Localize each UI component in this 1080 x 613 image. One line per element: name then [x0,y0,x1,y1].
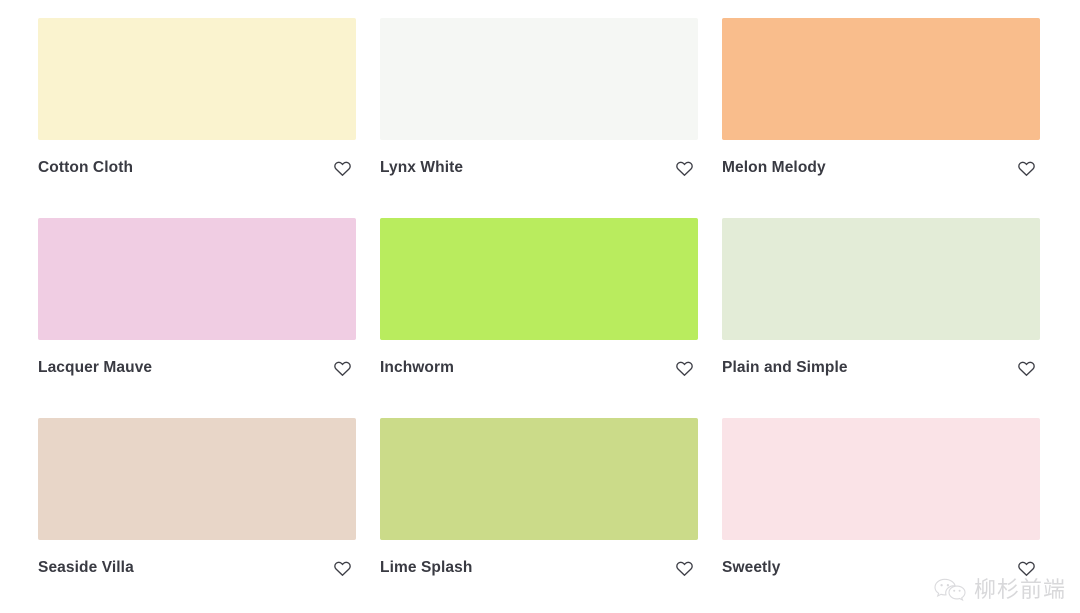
heart-outline-icon[interactable] [330,156,354,180]
colour-swatch[interactable] [380,218,698,340]
colour-swatch[interactable] [380,18,698,140]
swatch-name: Sweetly [722,559,781,577]
swatch-card[interactable]: Lacquer Mauve [38,218,356,418]
swatch-card[interactable]: Inchworm [380,218,698,418]
swatch-meta: Plain and Simple [722,340,1040,396]
heart-outline-icon[interactable] [672,356,696,380]
palette-grid: Cotton Cloth Lynx White Melon Melody Lac… [0,0,1080,613]
colour-swatch[interactable] [722,18,1040,140]
heart-outline-icon[interactable] [330,356,354,380]
swatch-meta: Inchworm [380,340,698,396]
heart-outline-icon[interactable] [672,156,696,180]
swatch-card[interactable]: Lime Splash [380,418,698,613]
swatch-name: Lynx White [380,159,464,177]
colour-swatch[interactable] [38,418,356,540]
swatch-meta: Cotton Cloth [38,140,356,196]
swatch-meta: Lacquer Mauve [38,340,356,396]
swatch-card[interactable]: Seaside Villa [38,418,356,613]
colour-swatch[interactable] [722,218,1040,340]
colour-swatch[interactable] [722,418,1040,540]
colour-swatch[interactable] [380,418,698,540]
swatch-meta: Melon Melody [722,140,1040,196]
swatch-card[interactable]: Lynx White [380,18,698,218]
swatch-name: Lacquer Mauve [38,359,153,377]
swatch-name: Lime Splash [380,559,473,577]
swatch-meta: Seaside Villa [38,540,356,596]
swatch-card[interactable]: Cotton Cloth [38,18,356,218]
heart-outline-icon[interactable] [1014,556,1038,580]
swatch-card[interactable]: Melon Melody [722,18,1040,218]
colour-swatch[interactable] [38,18,356,140]
swatch-name: Cotton Cloth [38,159,134,177]
swatch-card[interactable]: Plain and Simple [722,218,1040,418]
swatch-name: Seaside Villa [38,559,134,577]
swatch-card[interactable]: Sweetly [722,418,1040,613]
heart-outline-icon[interactable] [330,556,354,580]
swatch-name: Inchworm [380,359,455,377]
heart-outline-icon[interactable] [1014,156,1038,180]
heart-outline-icon[interactable] [1014,356,1038,380]
swatch-meta: Lime Splash [380,540,698,596]
swatch-name: Plain and Simple [722,359,848,377]
swatch-meta: Lynx White [380,140,698,196]
heart-outline-icon[interactable] [672,556,696,580]
colour-swatch[interactable] [38,218,356,340]
swatch-meta: Sweetly [722,540,1040,596]
swatch-name: Melon Melody [722,159,826,177]
